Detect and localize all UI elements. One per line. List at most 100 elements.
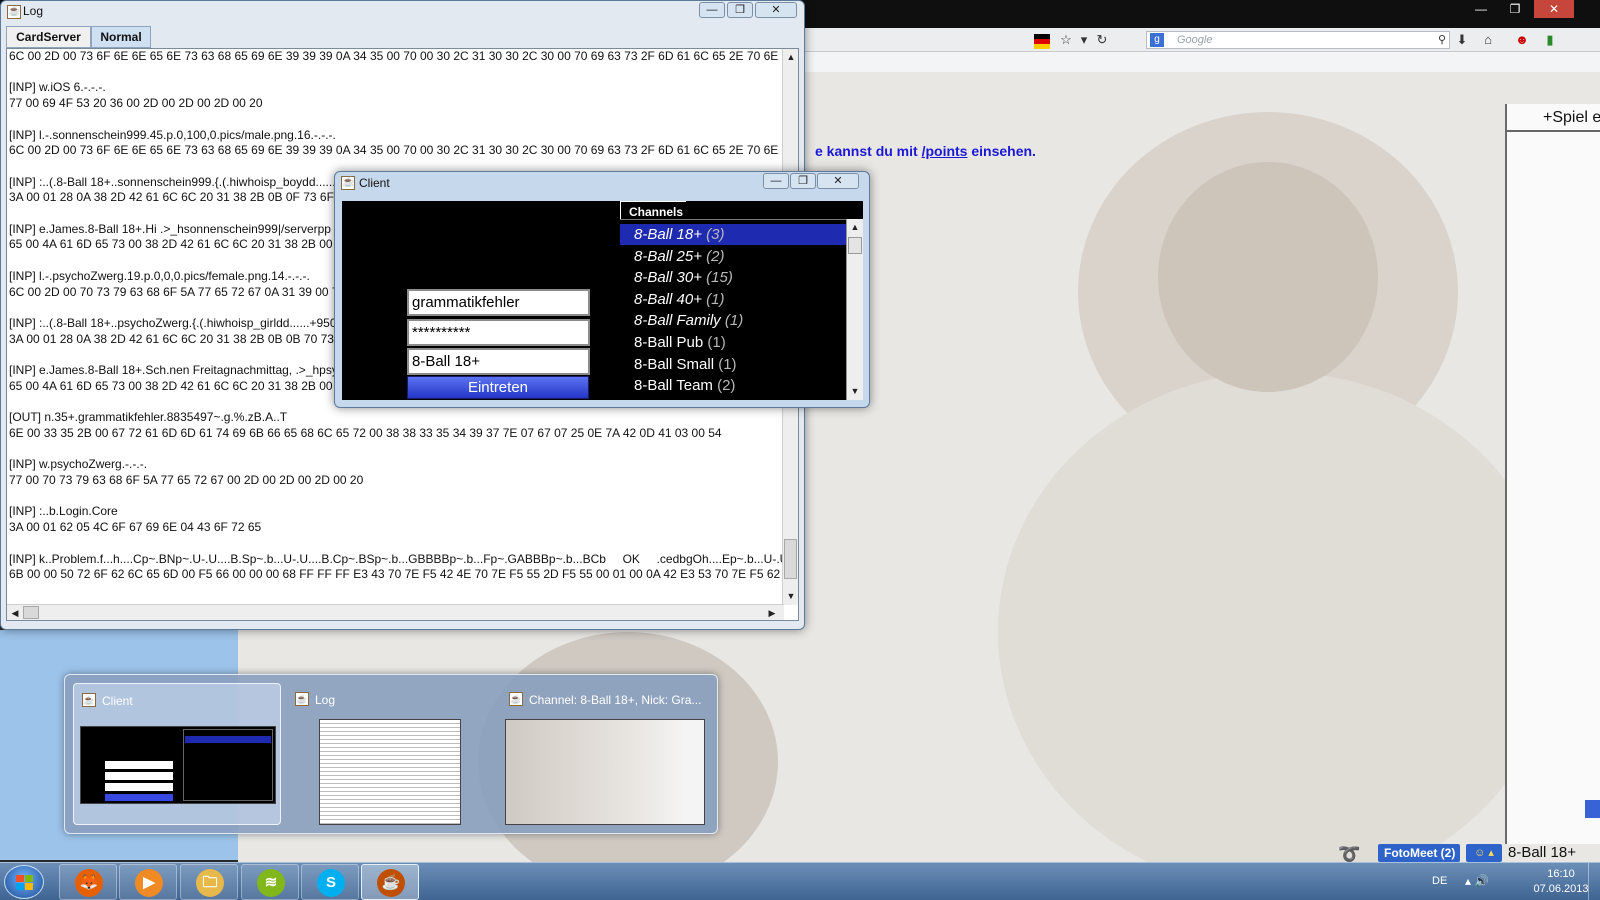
volume-icon[interactable]: ▴ 🔊 — [1465, 874, 1489, 888]
browser-restore-button[interactable]: ❐ — [1500, 0, 1530, 18]
clock-date[interactable]: 07.06.2013 — [1531, 883, 1591, 895]
log-restore-button[interactable]: ❐ — [727, 2, 753, 18]
username-field[interactable]: grammatikfehler — [407, 289, 590, 316]
channel-user-count: (1) — [718, 355, 737, 373]
channel-item[interactable]: 8-Ball 40+ (1) — [620, 289, 846, 310]
fotomeet-button[interactable]: FotoMeet (2) — [1378, 844, 1460, 862]
channel-name: 8-Ball Team — [634, 377, 718, 395]
skype-icon: S — [317, 869, 345, 897]
client-minimize-button[interactable]: — — [763, 173, 789, 189]
channel-user-count: (2) — [717, 377, 736, 395]
tab-channels[interactable]: Channels — [620, 201, 686, 219]
taskbar-button[interactable]: ☕ — [361, 864, 419, 900]
smiley-menu-button[interactable]: ☺ ▴ — [1466, 844, 1502, 862]
log-horizontal-scroll-thumb[interactable] — [23, 606, 39, 619]
channel-item[interactable]: 8-Ball 18+ (3) — [620, 224, 846, 245]
log-preview — [319, 719, 461, 825]
channel-item[interactable]: 8-Ball 25+ (2) — [620, 246, 846, 267]
log-line: [INP] w.iOS 6.-.-.-. — [9, 80, 106, 95]
channel-name: 8-Ball Pub — [634, 334, 708, 351]
thumbnail-title: Client — [102, 694, 133, 708]
scroll-up-arrow-icon[interactable]: ▲ — [784, 50, 798, 64]
new-game-button[interactable]: +Spiel e — [1507, 104, 1600, 132]
taskbar-button[interactable]: 🦊 — [59, 864, 117, 900]
channel-item[interactable]: 8-Ball Team (2) — [620, 375, 846, 396]
taskbar-button[interactable]: 🗀 — [180, 864, 238, 900]
points-link[interactable]: /points — [922, 143, 968, 159]
search-input[interactable]: g Google ⚲ — [1146, 31, 1450, 49]
channel-preview — [505, 719, 705, 825]
java-icon: ☕ — [509, 692, 523, 706]
channel-user-count: (3) — [706, 226, 725, 243]
channel-item[interactable]: 8-Ball Pub (1) — [620, 332, 846, 353]
browser-minimize-button[interactable]: — — [1466, 0, 1496, 18]
channel-name: 8-Ball 18+ — [634, 226, 707, 243]
log-line: 6C 00 2D 00 73 6F 6E 6E 65 6E 73 63 68 6… — [9, 49, 784, 63]
channel-list-scrollbar[interactable]: ▲ ▼ — [846, 219, 863, 400]
show-desktop-button[interactable] — [1588, 863, 1600, 900]
log-line: [INP] k..Problem.f...h....Cp~.BNp~.U-.U.… — [9, 551, 784, 566]
star-icon[interactable]: ☆ — [1058, 32, 1074, 48]
log-minimize-button[interactable]: — — [699, 2, 725, 18]
channel-name: 8-Ball Small — [634, 355, 719, 373]
channel-list[interactable]: 8-Ball 18+ (3) 8-Ball 25+ (2) 8-Ball 30+ (… — [620, 219, 846, 400]
java-icon: ☕ — [295, 692, 309, 706]
scroll-down-arrow-icon[interactable]: ▼ — [784, 589, 798, 603]
reload-icon[interactable]: ↻ — [1094, 32, 1110, 48]
scroll-down-arrow-icon[interactable]: ▼ — [848, 384, 862, 398]
java-icon: ☕ — [82, 693, 96, 707]
log-line: [INP] :..b.Login.Core — [9, 504, 118, 519]
language-indicator[interactable]: DE — [1432, 875, 1447, 887]
points-hint: e kannst du mit /points einsehen. — [815, 143, 1036, 159]
game-side-panel: +Spiel e — [1505, 104, 1600, 844]
log-close-button[interactable]: ✕ — [755, 2, 797, 18]
channel-scroll-thumb[interactable] — [848, 237, 862, 254]
spotify-icon: ≋ — [257, 869, 285, 897]
browser-close-button[interactable]: ✕ — [1534, 0, 1574, 18]
scroll-left-arrow-icon[interactable]: ◀ — [8, 606, 22, 620]
start-button[interactable] — [4, 865, 44, 899]
home-icon[interactable]: ⌂ — [1480, 32, 1496, 48]
log-line: 77 00 70 73 79 63 68 6F 5A 77 65 72 67 0… — [9, 472, 364, 487]
tab-cardserver[interactable]: CardServer — [6, 26, 91, 48]
search-icon[interactable]: ⚲ — [1438, 33, 1446, 46]
taskbar-button[interactable]: ▶ — [119, 864, 177, 900]
password-field[interactable]: ********** — [407, 319, 590, 346]
taskbar-button[interactable]: ≋ — [241, 864, 299, 900]
flag-de-icon[interactable] — [1034, 32, 1050, 49]
client-window: ☕ Client — ❐ ✕ grammatikfehler *********… — [334, 171, 870, 408]
tab-normal[interactable]: Normal — [91, 26, 151, 48]
channel-user-count: (2) — [706, 247, 725, 265]
channel-name: 8-Ball 25+ — [634, 247, 707, 265]
thumbnail-channel[interactable]: ☕ Channel: 8-Ball 18+, Nick: Gra... — [501, 683, 709, 825]
channel-field[interactable]: 8-Ball 18+ — [407, 348, 590, 375]
enter-button[interactable]: Eintreten — [407, 376, 589, 399]
channel-item[interactable]: 8-Ball Small (1) — [620, 354, 846, 375]
chevron-down-icon[interactable]: ▾ — [1076, 32, 1092, 48]
client-restore-button[interactable]: ❐ — [790, 173, 816, 189]
clock-time[interactable]: 16:10 — [1531, 868, 1591, 880]
channel-user-count: (1) — [724, 312, 744, 330]
thumbnail-log[interactable]: ☕ Log — [287, 683, 495, 825]
thumbnail-client[interactable]: ☕ Client — [73, 683, 281, 825]
scroll-right-arrow-icon[interactable]: ▶ — [765, 606, 779, 620]
channel-user-count: (1) — [707, 334, 726, 351]
download-icon[interactable]: ⬇ — [1454, 32, 1470, 48]
taskbar-button[interactable]: S — [301, 864, 359, 900]
scroll-up-arrow-icon[interactable]: ▲ — [848, 220, 862, 234]
log-horizontal-scrollbar[interactable]: ◀ ▶ — [7, 604, 784, 620]
points-hint-prefix: e kannst du mit — [815, 143, 922, 159]
channel-name: 8-Ball Family — [634, 312, 725, 330]
java-icon: ☕ — [7, 5, 21, 19]
channel-item[interactable]: 8-Ball 30+ (15) — [620, 267, 846, 288]
current-room-label: 8-Ball 18+ — [1508, 844, 1576, 861]
log-window-title: Log — [23, 4, 44, 18]
page-header-strip — [800, 52, 1600, 72]
client-close-button[interactable]: ✕ — [817, 173, 859, 189]
channel-item[interactable]: 8-Ball Family (1) — [620, 310, 846, 331]
log-vertical-scroll-thumb[interactable] — [784, 539, 797, 579]
addon-icon[interactable]: ☻ — [1514, 32, 1530, 48]
send-icon[interactable] — [1585, 800, 1600, 818]
